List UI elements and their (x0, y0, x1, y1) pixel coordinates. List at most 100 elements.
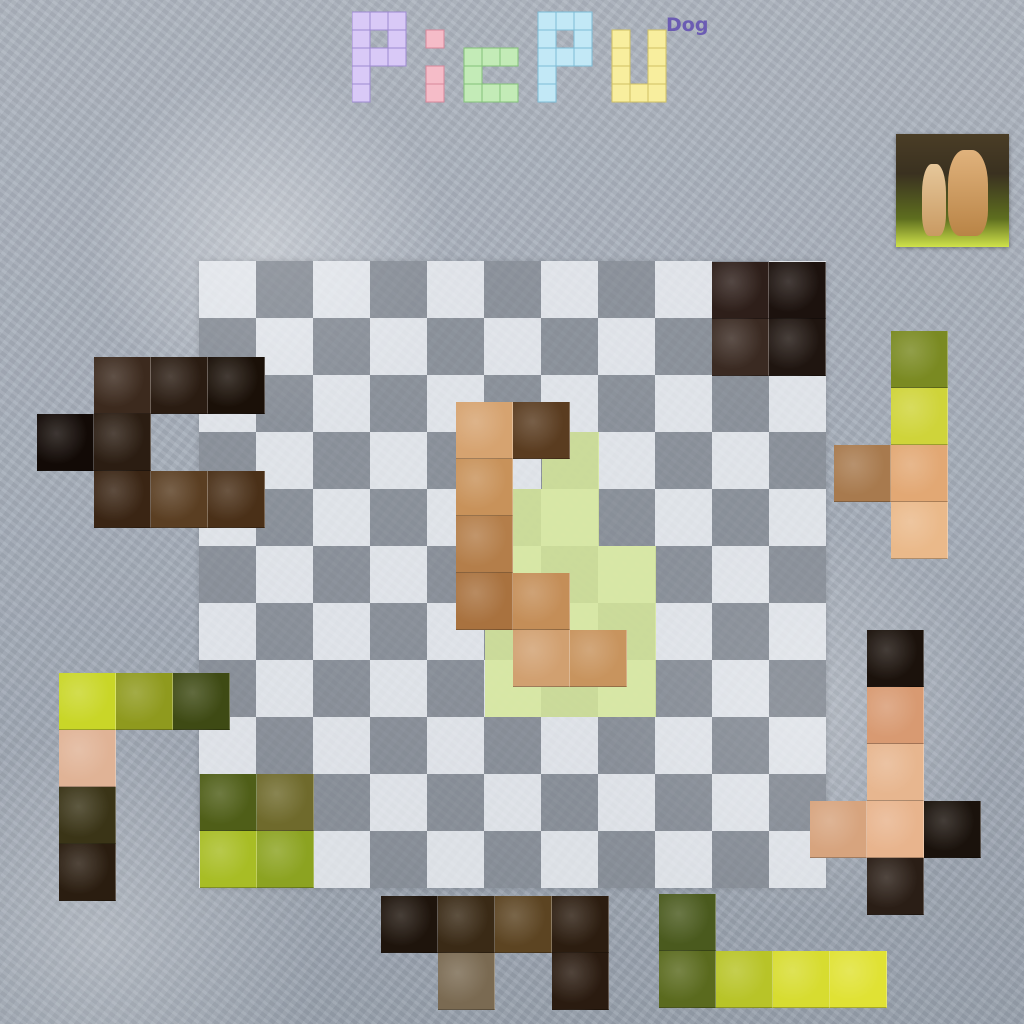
board-cell[interactable] (484, 717, 541, 774)
board-cell[interactable] (313, 489, 370, 546)
board-cell[interactable] (313, 603, 370, 660)
board-cell[interactable] (370, 375, 427, 432)
board-cell[interactable] (313, 375, 370, 432)
board-cell[interactable] (370, 261, 427, 318)
board-cell[interactable] (256, 603, 313, 660)
piece-cell (513, 630, 570, 687)
board-cell[interactable] (370, 318, 427, 375)
board-cell[interactable] (655, 603, 712, 660)
board-cell[interactable] (655, 546, 712, 603)
piece-cell (495, 896, 552, 953)
board-cell[interactable] (598, 831, 655, 888)
board-cell[interactable] (541, 774, 598, 831)
board-cell[interactable] (769, 432, 826, 489)
board-cell[interactable] (484, 831, 541, 888)
board-cell[interactable] (769, 603, 826, 660)
piece-cell (810, 801, 867, 858)
board-cell[interactable] (598, 774, 655, 831)
board-cell[interactable] (769, 660, 826, 717)
board-cell[interactable] (655, 831, 712, 888)
board-cell[interactable] (712, 432, 769, 489)
piece-cell (659, 894, 716, 951)
board-cell[interactable] (712, 774, 769, 831)
board-cell[interactable] (427, 261, 484, 318)
board-cell[interactable] (598, 432, 655, 489)
piece-cell (59, 673, 116, 730)
board-cell[interactable] (313, 774, 370, 831)
piece-cell (513, 573, 570, 630)
board-cell[interactable] (313, 432, 370, 489)
board-cell[interactable] (712, 831, 769, 888)
board-cell[interactable] (313, 546, 370, 603)
board-cell[interactable] (427, 660, 484, 717)
piece-cell (552, 953, 609, 1010)
board-cell[interactable] (427, 774, 484, 831)
board-cell[interactable] (370, 660, 427, 717)
piece-cell (208, 357, 265, 414)
board-cell[interactable] (370, 774, 427, 831)
board-cell[interactable] (541, 261, 598, 318)
board-cell[interactable] (712, 603, 769, 660)
board-cell[interactable] (370, 603, 427, 660)
large-dog-figure (948, 150, 988, 236)
board-cell[interactable] (769, 375, 826, 432)
board-cell[interactable] (313, 660, 370, 717)
board-cell[interactable] (370, 489, 427, 546)
board-cell[interactable] (541, 831, 598, 888)
board-cell[interactable] (256, 546, 313, 603)
board-cell[interactable] (427, 318, 484, 375)
board-cell[interactable] (541, 318, 598, 375)
board-cell[interactable] (199, 261, 256, 318)
board-cell[interactable] (655, 261, 712, 318)
board-cell[interactable] (712, 375, 769, 432)
board-cell[interactable] (199, 546, 256, 603)
board-cell[interactable] (655, 432, 712, 489)
piece-cell (94, 414, 151, 471)
board-cell[interactable] (313, 717, 370, 774)
board-cell[interactable] (427, 717, 484, 774)
board-cell[interactable] (427, 831, 484, 888)
board-cell[interactable] (769, 717, 826, 774)
board-cell[interactable] (484, 318, 541, 375)
board-cell[interactable] (712, 489, 769, 546)
board-cell[interactable] (655, 717, 712, 774)
board-cell[interactable] (256, 660, 313, 717)
board-cell[interactable] (655, 660, 712, 717)
board-cell[interactable] (256, 717, 313, 774)
board-cell[interactable] (370, 717, 427, 774)
board-cell[interactable] (769, 546, 826, 603)
board-cell[interactable] (655, 774, 712, 831)
board-cell[interactable] (769, 489, 826, 546)
hint-cell (542, 489, 599, 546)
board-cell[interactable] (370, 432, 427, 489)
board-cell[interactable] (598, 489, 655, 546)
board-cell[interactable] (313, 318, 370, 375)
board-cell[interactable] (598, 261, 655, 318)
board-cell[interactable] (598, 717, 655, 774)
board-cell[interactable] (313, 261, 370, 318)
board-cell[interactable] (655, 375, 712, 432)
board-cell[interactable] (598, 375, 655, 432)
preview-thumbnail[interactable] (896, 134, 1009, 247)
piece-cell (867, 744, 924, 801)
board-cell[interactable] (370, 831, 427, 888)
board-cell[interactable] (484, 261, 541, 318)
board-cell[interactable] (598, 318, 655, 375)
board-cell[interactable] (370, 546, 427, 603)
board-cell[interactable] (712, 717, 769, 774)
board-cell[interactable] (655, 489, 712, 546)
board-cell[interactable] (484, 774, 541, 831)
board-cell[interactable] (541, 717, 598, 774)
board-cell[interactable] (712, 546, 769, 603)
board-cell[interactable] (256, 261, 313, 318)
board-cell[interactable] (199, 603, 256, 660)
small-dog-figure (922, 164, 946, 236)
board-cell[interactable] (313, 831, 370, 888)
board-cell[interactable] (655, 318, 712, 375)
piece-cell (769, 319, 826, 376)
piece-cell (456, 516, 513, 573)
piece-cell (257, 774, 314, 831)
piece-cell (867, 687, 924, 744)
piece-cell (59, 787, 116, 844)
board-cell[interactable] (712, 660, 769, 717)
